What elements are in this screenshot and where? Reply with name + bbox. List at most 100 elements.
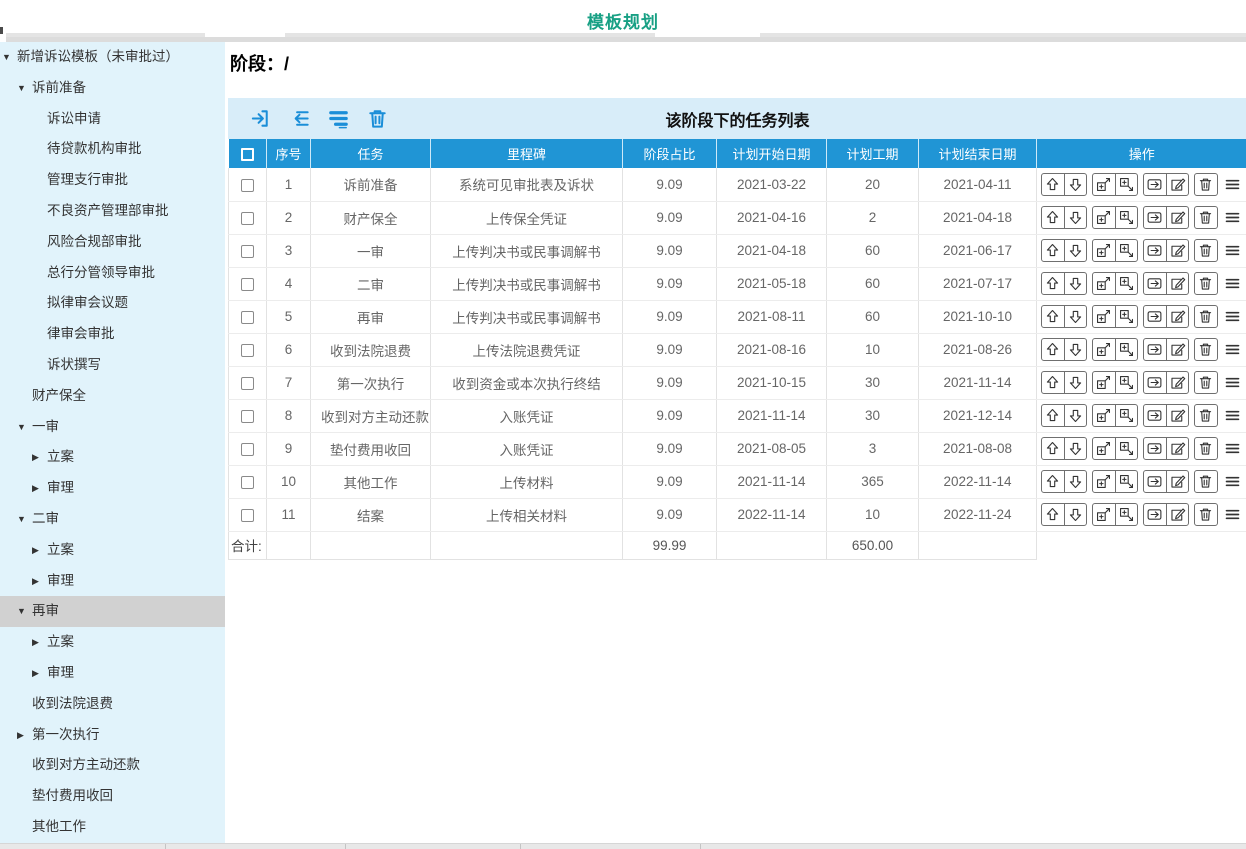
edit-button[interactable] (1166, 207, 1188, 228)
insert-above-button[interactable] (1093, 306, 1115, 327)
insert-below-button[interactable] (1115, 471, 1137, 492)
tree-item[interactable]: ▶ 审理 (0, 473, 225, 504)
insert-above-button[interactable] (1093, 471, 1115, 492)
edit-button[interactable] (1166, 504, 1188, 525)
tree-item[interactable]: 垫付费用收回 (0, 781, 225, 812)
tree-item[interactable]: 不良资产管理部审批 (0, 196, 225, 227)
row-menu-button[interactable] (1223, 372, 1243, 393)
move-to-button[interactable] (1144, 306, 1166, 327)
tree-item[interactable]: 收到对方主动还款 (0, 750, 225, 781)
caret-right-icon[interactable]: ▶ (32, 627, 47, 658)
select-all-checkbox[interactable] (241, 148, 254, 161)
tree-item[interactable]: 律审会审批 (0, 319, 225, 350)
row-checkbox[interactable] (241, 311, 254, 324)
move-to-button[interactable] (1144, 339, 1166, 360)
list-button[interactable] (326, 107, 350, 131)
insert-below-button[interactable] (1115, 174, 1137, 195)
tree-item[interactable]: 风险合规部审批 (0, 227, 225, 258)
insert-below-button[interactable] (1115, 306, 1137, 327)
tree-item[interactable]: ▼ 二审 (0, 504, 225, 535)
row-delete-button[interactable] (1195, 174, 1217, 195)
caret-right-icon[interactable]: ▶ (32, 442, 47, 473)
row-delete-button[interactable] (1195, 306, 1217, 327)
row-menu-button[interactable] (1223, 438, 1243, 459)
move-down-button[interactable] (1064, 207, 1086, 228)
insert-below-button[interactable] (1115, 504, 1137, 525)
caret-right-icon[interactable]: ▶ (32, 658, 47, 689)
insert-below-button[interactable] (1115, 438, 1137, 459)
caret-down-icon[interactable]: ▼ (17, 73, 32, 104)
move-up-button[interactable] (1042, 174, 1064, 195)
insert-below-button[interactable] (1115, 240, 1137, 261)
move-to-button[interactable] (1144, 471, 1166, 492)
move-up-button[interactable] (1042, 240, 1064, 261)
insert-below-button[interactable] (1115, 273, 1137, 294)
caret-right-icon[interactable]: ▶ (32, 535, 47, 566)
move-up-button[interactable] (1042, 372, 1064, 393)
insert-below-button[interactable] (1115, 372, 1137, 393)
tree-item[interactable]: ▶ 审理 (0, 566, 225, 597)
tree-item[interactable]: ▼ 诉前准备 (0, 73, 225, 104)
move-up-button[interactable] (1042, 306, 1064, 327)
move-to-button[interactable] (1144, 405, 1166, 426)
move-down-button[interactable] (1064, 504, 1086, 525)
insert-above-button[interactable] (1093, 339, 1115, 360)
tree-item[interactable]: 管理支行审批 (0, 165, 225, 196)
outdent-button[interactable] (287, 107, 311, 131)
move-down-button[interactable] (1064, 273, 1086, 294)
move-to-button[interactable] (1144, 240, 1166, 261)
tree-item[interactable]: 收到法院退费 (0, 689, 225, 720)
caret-right-icon[interactable]: ▶ (32, 566, 47, 597)
tree-item[interactable]: ▶ 审理 (0, 658, 225, 689)
move-up-button[interactable] (1042, 438, 1064, 459)
move-down-button[interactable] (1064, 339, 1086, 360)
move-to-button[interactable] (1144, 273, 1166, 294)
row-delete-button[interactable] (1195, 273, 1217, 294)
row-checkbox[interactable] (241, 212, 254, 225)
caret-down-icon[interactable]: ▼ (17, 504, 32, 535)
tree-item[interactable]: 待贷款机构审批 (0, 134, 225, 165)
move-to-button[interactable] (1144, 372, 1166, 393)
row-delete-button[interactable] (1195, 339, 1217, 360)
insert-above-button[interactable] (1093, 273, 1115, 294)
edit-button[interactable] (1166, 339, 1188, 360)
row-menu-button[interactable] (1223, 174, 1243, 195)
move-up-button[interactable] (1042, 273, 1064, 294)
move-down-button[interactable] (1064, 405, 1086, 426)
insert-below-button[interactable] (1115, 339, 1137, 360)
row-menu-button[interactable] (1223, 240, 1243, 261)
insert-above-button[interactable] (1093, 174, 1115, 195)
row-menu-button[interactable] (1223, 471, 1243, 492)
edit-button[interactable] (1166, 240, 1188, 261)
insert-above-button[interactable] (1093, 207, 1115, 228)
row-checkbox[interactable] (241, 344, 254, 357)
move-up-button[interactable] (1042, 405, 1064, 426)
row-delete-button[interactable] (1195, 372, 1217, 393)
tree-item[interactable]: 诉状撰写 (0, 350, 225, 381)
caret-down-icon[interactable]: ▼ (17, 596, 32, 627)
tree-item[interactable]: 诉讼申请 (0, 104, 225, 135)
move-down-button[interactable] (1064, 438, 1086, 459)
edit-button[interactable] (1166, 372, 1188, 393)
bottom-scroll-strip[interactable] (0, 843, 1246, 849)
insert-above-button[interactable] (1093, 405, 1115, 426)
row-menu-button[interactable] (1223, 405, 1243, 426)
insert-above-button[interactable] (1093, 372, 1115, 393)
row-checkbox[interactable] (241, 443, 254, 456)
row-checkbox[interactable] (241, 179, 254, 192)
delete-button[interactable] (365, 107, 389, 131)
move-up-button[interactable] (1042, 207, 1064, 228)
move-up-button[interactable] (1042, 471, 1064, 492)
tree-item[interactable]: 总行分管领导审批 (0, 258, 225, 289)
insert-above-button[interactable] (1093, 504, 1115, 525)
tree-item[interactable]: ▶ 立案 (0, 442, 225, 473)
edit-button[interactable] (1166, 471, 1188, 492)
move-down-button[interactable] (1064, 372, 1086, 393)
tree-item[interactable]: ▶ 立案 (0, 627, 225, 658)
move-up-button[interactable] (1042, 504, 1064, 525)
row-delete-button[interactable] (1195, 438, 1217, 459)
tree-item[interactable]: ▶ 第一次执行 (0, 720, 225, 751)
tree-item[interactable]: 财产保全 (0, 381, 225, 412)
move-to-button[interactable] (1144, 174, 1166, 195)
row-delete-button[interactable] (1195, 240, 1217, 261)
